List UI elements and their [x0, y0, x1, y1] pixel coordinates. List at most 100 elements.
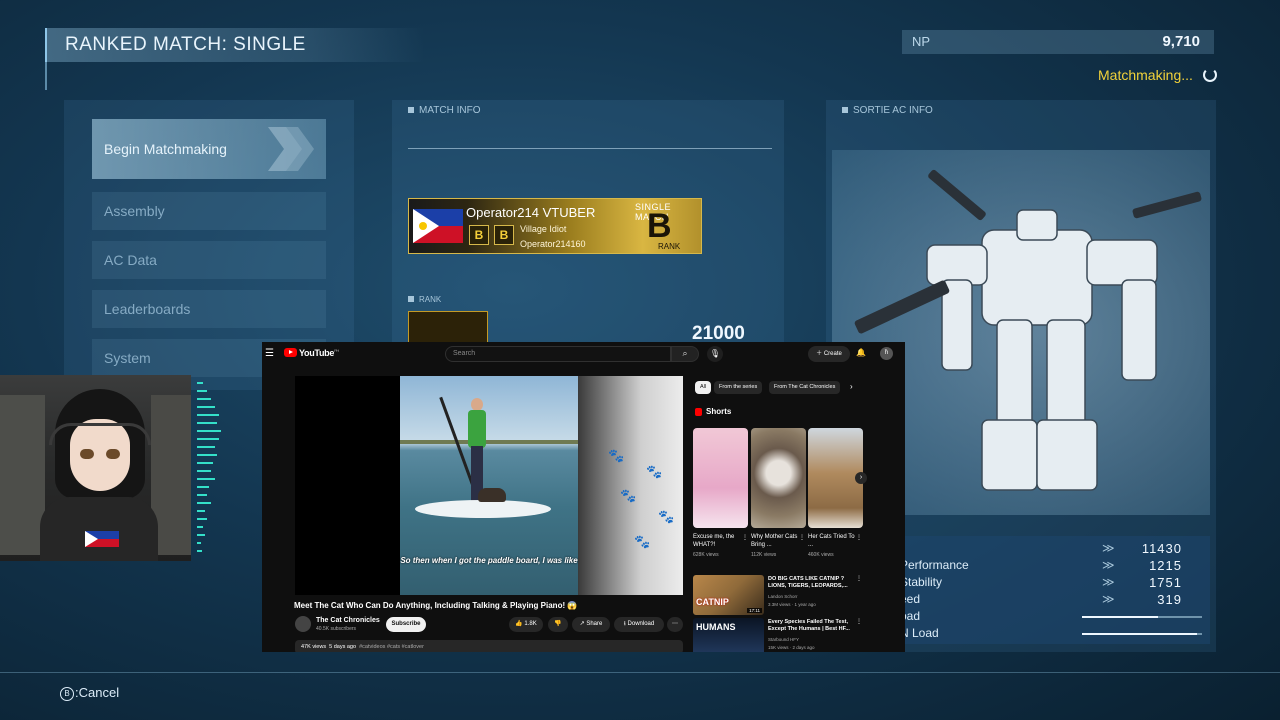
screen-title: RANKED MATCH: SINGLE — [65, 34, 306, 55]
channel-avatar[interactable] — [295, 616, 311, 632]
chevron-right-icon: ≫ — [1102, 558, 1115, 572]
notification-bell-icon[interactable]: 🔔 — [856, 348, 866, 357]
search-input[interactable]: Search — [445, 346, 671, 362]
short-title[interactable]: Excuse me, the WHAT?! — [693, 533, 741, 549]
youtube-logo-icon[interactable] — [284, 348, 297, 357]
more-horizontal-icon: ⋯ — [672, 621, 678, 627]
chip-all[interactable]: All — [695, 381, 712, 394]
loading-spinner-icon — [1203, 68, 1217, 82]
hashtags[interactable]: #catvideos #cats #catlover — [359, 644, 424, 650]
screen-title-bar: RANKED MATCH: SINGLE — [45, 28, 425, 62]
short-thumbnail[interactable] — [751, 428, 806, 528]
channel-subscribers: 40.5K subscribers — [316, 626, 357, 632]
recommended-title[interactable]: Every Species Failed The Test, Except Th… — [768, 619, 854, 633]
philippines-flag-icon — [85, 531, 119, 547]
menu-item-label: AC Data — [104, 252, 157, 268]
recommended-thumbnail[interactable]: CATNIP 17:11 — [693, 575, 764, 615]
hamburger-menu-icon[interactable]: ☰ — [265, 348, 274, 359]
chip-from-series[interactable]: From the series — [714, 381, 763, 394]
more-actions-button[interactable]: ⋯ — [667, 617, 683, 632]
plus-icon: ＋ — [816, 351, 823, 357]
short-views: 112K views — [751, 552, 777, 558]
short-title[interactable]: Why Mother Cats Bring ... — [751, 533, 799, 549]
recommended-title[interactable]: DO BIG CATS LIKE CATNIP ? LIONS, TIGERS,… — [768, 576, 854, 590]
stat-row: Performance ≫ 1215 — [900, 558, 1210, 575]
load-bar — [1082, 616, 1202, 618]
paw-print-icon: 🐾 — [646, 464, 663, 479]
microphone-button[interactable]: 🎙 — [707, 346, 723, 362]
short-thumbnail[interactable] — [693, 428, 748, 528]
youtube-brand[interactable]: YouTubePH — [299, 348, 339, 358]
stat-row: oad — [900, 609, 1210, 626]
load-bar — [1082, 633, 1202, 635]
cancel-button[interactable]: B:Cancel — [60, 685, 119, 701]
stat-value: 319 — [1157, 592, 1182, 607]
stat-name: N Load — [900, 626, 939, 640]
player-id: Operator214160 — [520, 239, 586, 249]
menu-item-label: Begin Matchmaking — [104, 141, 227, 157]
chip-from-channel[interactable]: From The Cat Chronicles — [769, 381, 841, 394]
rank-badge-icon: B — [494, 225, 514, 245]
shorts-heading: Shorts — [706, 407, 732, 416]
thumbs-down-icon: 👎 — [554, 621, 562, 627]
chevron-right-icon: ≫ — [1102, 575, 1115, 589]
menu-item-assembly[interactable]: Assembly — [92, 192, 326, 230]
more-vertical-icon[interactable]: ⋮ — [799, 534, 805, 541]
more-vertical-icon[interactable]: ⋮ — [856, 534, 862, 541]
menu-item-label: Assembly — [104, 203, 165, 219]
video-title: Meet The Cat Who Can Do Anything, Includ… — [294, 601, 578, 610]
chevron-right-icon[interactable]: › — [850, 382, 853, 391]
stat-row: N Load — [900, 626, 1210, 643]
player-title: Village Idiot — [520, 224, 567, 234]
share-icon: ↗ — [579, 621, 585, 627]
video-description[interactable]: 47K views 5 days ago #catvideos #cats #c… — [295, 640, 683, 652]
philippines-flag-icon — [413, 209, 463, 243]
download-button[interactable]: ⭳ Download — [614, 617, 664, 632]
menu-item-label: System — [104, 350, 151, 366]
cat-icon — [478, 488, 506, 502]
recommended-meta: 3.3M views · 1 year ago — [768, 602, 816, 607]
short-views: 628K views — [693, 552, 719, 558]
vtuber-webcam — [0, 375, 191, 561]
paw-print-icon: 🐾 — [608, 448, 625, 463]
youtube-topbar: ☰ YouTubePH Search ⌕ 🎙 ＋ Create 🔔 ħ — [262, 342, 905, 366]
stat-row: Stability ≫ 1751 — [900, 575, 1210, 592]
match-info-label: MATCH INFO — [408, 105, 480, 116]
short-title[interactable]: Her Cats Tried To ... — [808, 533, 856, 549]
search-button[interactable]: ⌕ — [671, 346, 699, 362]
rank-word: RANK — [658, 242, 681, 251]
share-button[interactable]: ↗ Share — [572, 617, 610, 632]
create-button[interactable]: ＋ Create — [808, 346, 850, 362]
like-button[interactable]: 👍 1.8K — [509, 617, 543, 632]
menu-item-ac-data[interactable]: AC Data — [92, 241, 326, 279]
chevron-right-icon[interactable]: › — [855, 472, 867, 484]
recommended-thumbnail[interactable]: HUMANS — [693, 618, 764, 652]
more-vertical-icon[interactable]: ⋮ — [856, 618, 862, 625]
short-views: 460K views — [808, 552, 834, 558]
video-duration: 17:11 — [747, 608, 762, 613]
more-vertical-icon[interactable]: ⋮ — [742, 534, 748, 541]
stat-row: eed ≫ 319 — [900, 592, 1210, 609]
chevron-right-icon — [268, 127, 314, 171]
dislike-button[interactable]: 👎 — [548, 617, 568, 632]
headset-icon — [49, 423, 151, 445]
channel-name[interactable]: The Cat Chronicles — [316, 617, 380, 624]
more-vertical-icon[interactable]: ⋮ — [856, 575, 862, 582]
title-accent-line — [45, 62, 47, 90]
account-avatar[interactable]: ħ — [880, 347, 893, 360]
np-value: 9,710 — [1162, 33, 1200, 50]
menu-item-leaderboards[interactable]: Leaderboards — [92, 290, 326, 328]
recommended-channel[interactable]: Starbound HFY — [768, 637, 799, 642]
np-display: NP 9,710 — [902, 30, 1214, 54]
video-player[interactable]: 🐾 🐾 🐾 🐾 🐾 So then when I got the paddle … — [295, 376, 683, 595]
video-side-panel: 🐾 🐾 🐾 🐾 🐾 — [578, 376, 683, 595]
recommended-channel[interactable]: Landon Schorr — [768, 594, 798, 599]
matchmaking-status: Matchmaking... — [1098, 67, 1193, 83]
menu-item-begin-matchmaking[interactable]: Begin Matchmaking — [92, 119, 326, 179]
subscribe-button[interactable]: Subscribe — [386, 617, 426, 632]
stat-value: 11430 — [1141, 541, 1182, 556]
microphone-icon: 🎙 — [709, 349, 721, 358]
rank-label: RANK — [408, 295, 441, 304]
menu-item-label: Leaderboards — [104, 301, 191, 317]
view-count: 47K views — [301, 644, 327, 650]
